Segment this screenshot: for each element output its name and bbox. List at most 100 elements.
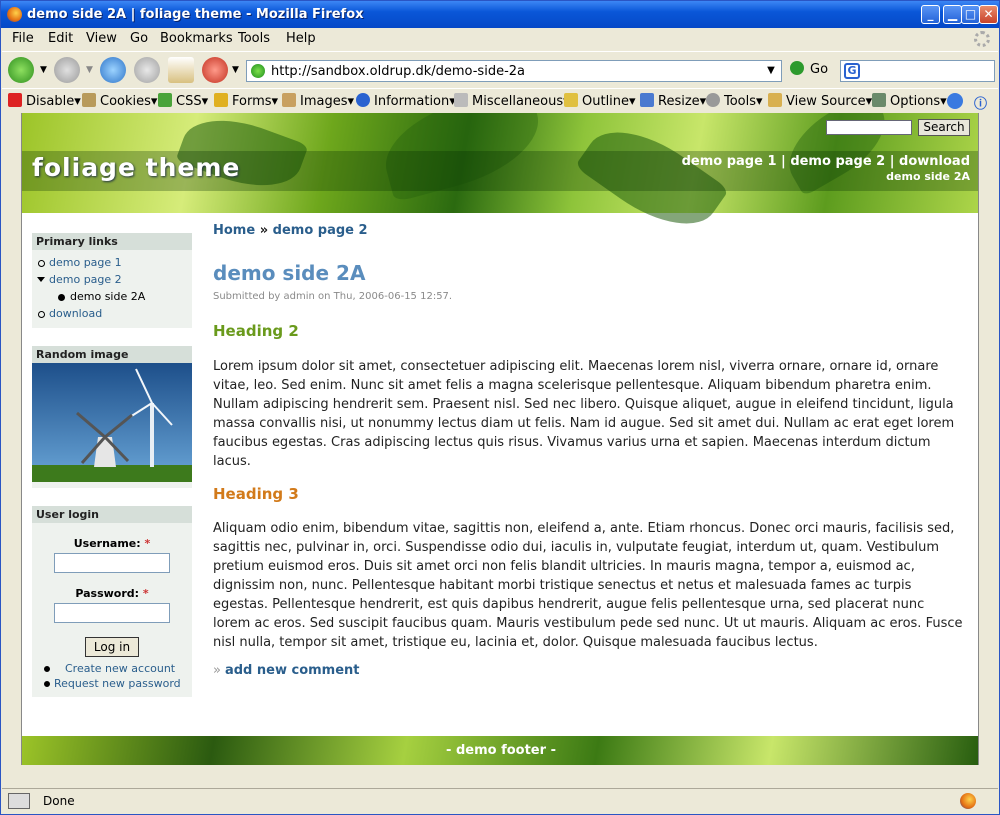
create-account-link[interactable]: Create new account [32, 661, 192, 676]
close-button[interactable]: ✕ [979, 5, 998, 24]
dev-resize[interactable]: Resize▾ [640, 93, 706, 109]
options-icon [872, 93, 886, 107]
menu-tools[interactable]: Tools [238, 31, 270, 46]
dev-cookies[interactable]: Cookies▾ [82, 93, 157, 109]
request-password-link[interactable]: Request new password [32, 676, 192, 691]
miscellaneous-icon [454, 93, 468, 107]
primary-link-demo-page-1[interactable]: demo page 1 [682, 154, 777, 169]
dev-tools[interactable]: Tools▾ [706, 93, 763, 109]
dev-options[interactable]: Options▾ [872, 93, 947, 109]
sidebar-link-demo-side-2a[interactable]: demo side 2A [36, 288, 192, 305]
body-paragraph-2: Aliquam odio enim, bibendum vitae, sagit… [213, 521, 963, 650]
sidebar-link-download[interactable]: download [36, 305, 192, 322]
header-search-input[interactable] [826, 120, 912, 135]
forward-dropdown-icon[interactable]: ▼ [86, 65, 93, 75]
adblock-dropdown-icon[interactable]: ▼ [232, 65, 239, 75]
dev-images[interactable]: Images▾ [282, 93, 354, 109]
primary-link-demo-page-2[interactable]: demo page 2 [790, 154, 885, 169]
go-button[interactable]: Go [790, 61, 828, 77]
dev-outline[interactable]: Outline▾ [564, 93, 636, 109]
block-title: Random image [32, 346, 192, 363]
firefox-status-icon[interactable] [960, 793, 976, 809]
dev-miscellaneous[interactable]: Miscellaneous▾ [454, 93, 570, 109]
go-label: Go [810, 62, 829, 77]
back-dropdown-icon[interactable]: ▼ [40, 65, 47, 75]
password-field[interactable] [54, 603, 170, 623]
menu-edit[interactable]: Edit [48, 31, 73, 46]
windmill-image[interactable] [32, 363, 192, 482]
back-icon[interactable] [8, 57, 34, 83]
dev-information[interactable]: Information▾ [356, 93, 456, 109]
breadcrumb: Home » demo page 2 [213, 223, 368, 238]
username-field[interactable] [54, 553, 170, 573]
maximize-button[interactable]: □ [961, 5, 980, 24]
sidebar-link-demo-page-2[interactable]: demo page 2 [36, 271, 192, 288]
random-image-block: Random image [32, 346, 192, 488]
breadcrumb-home[interactable]: Home [213, 223, 255, 238]
menu-view[interactable]: View [86, 31, 117, 46]
page-viewport: foliage theme Search demo page 1 | demo … [21, 113, 979, 765]
add-comment-label[interactable]: add new comment [225, 663, 360, 678]
menu-file[interactable]: File [12, 31, 34, 46]
breadcrumb-demo-page-2[interactable]: demo page 2 [273, 223, 368, 238]
dev-view-source[interactable]: View Source▾ [768, 93, 872, 109]
dev-disable[interactable]: Disable▾ [8, 93, 81, 109]
sidebar-link-demo-page-1[interactable]: demo page 1 [36, 254, 192, 271]
adblock-icon[interactable] [202, 57, 228, 83]
reload-icon[interactable] [100, 57, 126, 83]
title-bar: demo side 2A | foliage theme - Mozilla F… [1, 1, 999, 28]
disable-icon [8, 93, 22, 107]
window-title: demo side 2A | foliage theme - Mozilla F… [27, 7, 364, 22]
home-icon[interactable] [168, 57, 194, 83]
sidebar: Primary links demo page 1 demo page 2 de… [32, 233, 192, 715]
primary-link-download[interactable]: download [899, 154, 970, 169]
search-box[interactable]: G [840, 60, 995, 82]
info-icon[interactable]: ⓘ [974, 93, 987, 112]
heading-3: Heading 3 [213, 485, 299, 503]
primary-nav: demo page 1 | demo page 2 | download [682, 154, 970, 169]
go-icon [790, 61, 804, 75]
username-label: Username: * [73, 537, 151, 550]
web-developer-toolbar: Disable▾ Cookies▾ CSS▾ Forms▾ Images▾ In… [2, 88, 998, 112]
url-dropdown-icon[interactable]: ▼ [763, 63, 779, 79]
outline-icon [564, 93, 578, 107]
browser-window: demo side 2A | foliage theme - Mozilla F… [0, 0, 1000, 815]
primary-links-block: Primary links demo page 1 demo page 2 de… [32, 233, 192, 328]
site-favicon-icon [251, 64, 265, 78]
submitted-info: Submitted by admin on Thu, 2006-06-15 12… [213, 291, 453, 302]
status-text: Done [43, 794, 75, 808]
add-comment-link[interactable]: » add new comment [213, 663, 360, 678]
heading-2: Heading 2 [213, 322, 299, 340]
nav-separator: | [781, 154, 786, 169]
tools-icon [706, 93, 720, 107]
login-button[interactable]: Log in [84, 637, 140, 657]
header-search-button[interactable]: Search [918, 119, 970, 136]
menu-bookmarks[interactable]: Bookmarks [160, 31, 233, 46]
forms-icon [214, 93, 228, 107]
dev-forms[interactable]: Forms▾ [214, 93, 278, 109]
information-icon [356, 93, 370, 107]
status-panel-icon[interactable] [8, 793, 30, 809]
login-form: Username: * Password: * Log in Create ne… [32, 523, 192, 691]
google-icon[interactable]: G [844, 63, 860, 79]
validate-icon[interactable] [947, 93, 963, 109]
stop-icon[interactable] [134, 57, 160, 83]
add-comment-marker: » [213, 663, 221, 678]
images-icon [282, 93, 296, 107]
status-bar: Done [2, 788, 998, 813]
url-text[interactable]: http://sandbox.oldrup.dk/demo-side-2a [271, 64, 525, 79]
minimize-window-button[interactable]: ▁ [943, 5, 962, 24]
page-title: demo side 2A [213, 261, 366, 285]
dev-css[interactable]: CSS▾ [158, 93, 208, 109]
minimize-button[interactable]: _ [921, 5, 940, 24]
firefox-icon [7, 7, 22, 22]
resize-icon [640, 93, 654, 107]
secondary-link-demo-side-2a[interactable]: demo side 2A [886, 170, 970, 183]
site-name[interactable]: foliage theme [32, 153, 240, 182]
url-bar[interactable]: http://sandbox.oldrup.dk/demo-side-2a ▼ [246, 60, 782, 82]
menu-go[interactable]: Go [130, 31, 148, 46]
forward-icon[interactable] [54, 57, 80, 83]
block-title: User login [32, 506, 192, 523]
menu-help[interactable]: Help [286, 31, 316, 46]
site-header: foliage theme Search demo page 1 | demo … [22, 113, 978, 247]
